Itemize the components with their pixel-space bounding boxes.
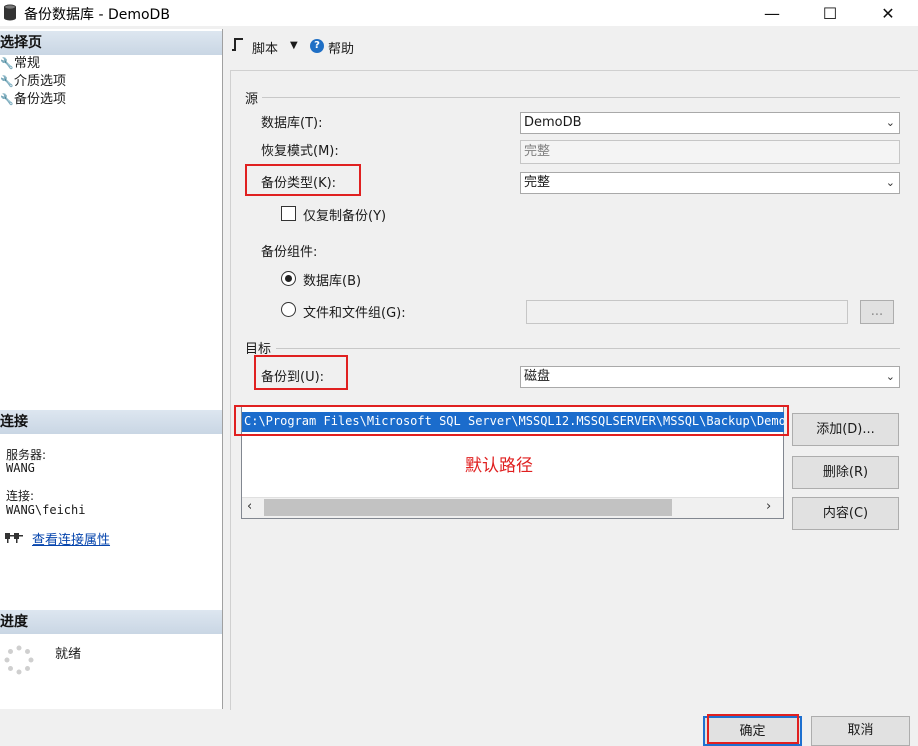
backup-to-combo[interactable]: 磁盘 ⌄ [520,366,900,388]
wrench-icon: 🔧 [0,75,14,88]
copy-only-checkbox[interactable] [281,206,296,221]
help-icon: ? [310,39,324,53]
window-title: 备份数据库 - DemoDB [24,7,170,23]
component-database-label: 数据库(B) [303,274,362,289]
scroll-right-icon[interactable]: › [766,499,771,514]
connection-label: 连接: [6,489,35,503]
left-pane [0,29,223,709]
files-browse-button[interactable]: ... [860,300,894,324]
nav-item-label: 常规 [14,56,41,71]
component-files-radio[interactable] [281,302,296,317]
nav-item-general[interactable]: 🔧常规 [0,55,40,73]
wrench-icon: 🔧 [0,93,14,106]
add-button[interactable]: 添加(D)... [792,413,899,446]
help-button[interactable]: 帮助 [328,38,354,57]
scrollbar-thumb[interactable] [264,499,672,516]
progress-header: 进度 [0,610,222,634]
script-button[interactable]: 脚本 [252,38,278,57]
files-field [526,300,848,324]
progress-spinner-icon [4,645,34,675]
connection-header: 连接 [0,410,222,434]
nav-item-label: 备份选项 [14,92,67,107]
destination-separator [276,348,900,349]
select-page-header: 选择页 [0,31,222,55]
minimize-button[interactable]: — [750,0,794,26]
chevron-down-icon: ⌄ [885,370,895,383]
contents-button[interactable]: 内容(C) [792,497,899,530]
connection-value: WANG\feichi [6,503,86,517]
remove-button[interactable]: 删除(R) [792,456,899,489]
chevron-down-icon: ⌄ [885,176,895,189]
component-files-label: 文件和文件组(G): [303,306,406,321]
component-database-radio[interactable] [281,271,296,286]
title-bar: 备份数据库 - DemoDB — ☐ ✕ [0,0,918,26]
script-icon [231,37,245,53]
maximize-button[interactable]: ☐ [808,0,852,26]
chevron-down-icon: ⌄ [885,116,895,129]
database-label: 数据库(T): [261,116,323,131]
source-separator [262,97,900,98]
database-icon [4,4,16,21]
backup-type-value: 完整 [524,175,551,190]
close-button[interactable]: ✕ [866,0,910,26]
cancel-button[interactable]: 取消 [811,716,910,746]
recovery-model-label: 恢复模式(M): [261,144,339,159]
database-combo[interactable]: DemoDB ⌄ [520,112,900,134]
view-connection-properties-link[interactable]: 查看连接属性 [32,529,110,548]
progress-status: 就绪 [55,647,82,662]
nav-item-backup-options[interactable]: 🔧备份选项 [0,91,66,109]
server-value: WANG [6,461,35,475]
backup-type-combo[interactable]: 完整 ⌄ [520,172,900,194]
database-value: DemoDB [524,115,582,130]
path-highlight [234,405,789,436]
nav-item-label: 介质选项 [14,74,67,89]
nav-item-media-options[interactable]: 🔧介质选项 [0,73,66,91]
script-dropdown-icon[interactable]: ▼ [290,40,298,51]
recovery-model-field: 完整 [520,140,900,164]
backup-type-label: 备份类型(K): [261,176,337,191]
backup-to-label: 备份到(U): [261,370,325,385]
copy-only-label: 仅复制备份(Y) [303,209,387,224]
ok-highlight [707,714,799,744]
backup-to-value: 磁盘 [524,369,551,384]
source-group-label: 源 [245,92,259,107]
wrench-icon: 🔧 [0,57,14,70]
scroll-left-icon[interactable]: ‹ [247,499,252,514]
backup-component-label: 备份组件: [261,245,318,260]
default-path-annotation: 默认路径 [465,456,533,476]
connection-properties-icon [5,533,23,543]
